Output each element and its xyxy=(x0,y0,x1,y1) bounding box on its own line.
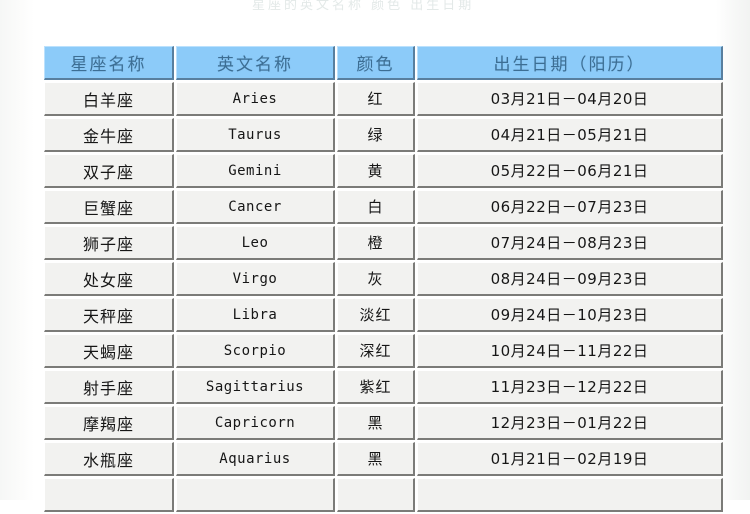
table-row-clipped xyxy=(44,478,723,512)
column-header-zodiac-name: 星座名称 xyxy=(44,46,174,80)
cell-english-name: Taurus xyxy=(176,118,335,152)
table-row: 摩羯座 Capricorn 黑 12月23日－01月22日 xyxy=(44,406,723,440)
cell-color: 淡红 xyxy=(337,298,415,332)
cell-color xyxy=(337,478,415,512)
zodiac-table: 星座名称 英文名称 颜色 出生日期（阳历） 白羊座 Aries 红 03月21日… xyxy=(42,44,725,514)
clipped-top-text: 星座的英文名称 颜色 出生日期 xyxy=(252,0,475,12)
cell-color: 紫红 xyxy=(337,370,415,404)
cell-color: 黑 xyxy=(337,406,415,440)
cell-birth-date: 11月23日－12月22日 xyxy=(417,370,723,404)
cell-zodiac-name: 处女座 xyxy=(44,262,174,296)
cell-zodiac-name: 摩羯座 xyxy=(44,406,174,440)
column-header-english-name: 英文名称 xyxy=(176,46,335,80)
cell-birth-date: 12月23日－01月22日 xyxy=(417,406,723,440)
cell-zodiac-name: 双子座 xyxy=(44,154,174,188)
cell-birth-date: 09月24日－10月23日 xyxy=(417,298,723,332)
table-row: 天蝎座 Scorpio 深红 10月24日－11月22日 xyxy=(44,334,723,368)
cell-color: 黑 xyxy=(337,442,415,476)
cell-english-name: Capricorn xyxy=(176,406,335,440)
column-header-color: 颜色 xyxy=(337,46,415,80)
cell-english-name: Sagittarius xyxy=(176,370,335,404)
table-row: 水瓶座 Aquarius 黑 01月21日－02月19日 xyxy=(44,442,723,476)
table-row: 天秤座 Libra 淡红 09月24日－10月23日 xyxy=(44,298,723,332)
cell-zodiac-name: 巨蟹座 xyxy=(44,190,174,224)
table-row: 射手座 Sagittarius 紫红 11月23日－12月22日 xyxy=(44,370,723,404)
cell-zodiac-name: 天秤座 xyxy=(44,298,174,332)
table-row: 巨蟹座 Cancer 白 06月22日－07月23日 xyxy=(44,190,723,224)
cell-english-name: Aries xyxy=(176,82,335,116)
cell-color: 深红 xyxy=(337,334,415,368)
cell-english-name: Aquarius xyxy=(176,442,335,476)
cell-zodiac-name xyxy=(44,478,174,512)
cell-birth-date: 08月24日－09月23日 xyxy=(417,262,723,296)
cell-color: 绿 xyxy=(337,118,415,152)
cell-english-name: Leo xyxy=(176,226,335,260)
cell-zodiac-name: 狮子座 xyxy=(44,226,174,260)
cell-english-name: Cancer xyxy=(176,190,335,224)
cell-zodiac-name: 射手座 xyxy=(44,370,174,404)
table-header: 星座名称 英文名称 颜色 出生日期（阳历） xyxy=(44,46,723,80)
cell-birth-date: 05月22日－06月21日 xyxy=(417,154,723,188)
table-row: 白羊座 Aries 红 03月21日－04月20日 xyxy=(44,82,723,116)
cell-english-name: Virgo xyxy=(176,262,335,296)
column-header-birth-date: 出生日期（阳历） xyxy=(417,46,723,80)
cell-color: 灰 xyxy=(337,262,415,296)
cell-english-name xyxy=(176,478,335,512)
cell-color: 橙 xyxy=(337,226,415,260)
table-row: 处女座 Virgo 灰 08月24日－09月23日 xyxy=(44,262,723,296)
table-header-row: 星座名称 英文名称 颜色 出生日期（阳历） xyxy=(44,46,723,80)
cell-birth-date: 04月21日－05月21日 xyxy=(417,118,723,152)
cell-zodiac-name: 水瓶座 xyxy=(44,442,174,476)
cell-birth-date xyxy=(417,478,723,512)
cell-zodiac-name: 白羊座 xyxy=(44,82,174,116)
cell-english-name: Scorpio xyxy=(176,334,335,368)
cell-english-name: Libra xyxy=(176,298,335,332)
cell-color: 红 xyxy=(337,82,415,116)
table-body: 白羊座 Aries 红 03月21日－04月20日 金牛座 Taurus 绿 0… xyxy=(44,82,723,512)
cell-zodiac-name: 天蝎座 xyxy=(44,334,174,368)
table-row: 狮子座 Leo 橙 07月24日－08月23日 xyxy=(44,226,723,260)
table-row: 双子座 Gemini 黄 05月22日－06月21日 xyxy=(44,154,723,188)
cell-birth-date: 01月21日－02月19日 xyxy=(417,442,723,476)
cell-color: 白 xyxy=(337,190,415,224)
zodiac-table-container: 星座名称 英文名称 颜色 出生日期（阳历） 白羊座 Aries 红 03月21日… xyxy=(42,44,723,514)
cell-color: 黄 xyxy=(337,154,415,188)
cell-birth-date: 10月24日－11月22日 xyxy=(417,334,723,368)
cell-birth-date: 03月21日－04月20日 xyxy=(417,82,723,116)
table-row: 金牛座 Taurus 绿 04月21日－05月21日 xyxy=(44,118,723,152)
cell-birth-date: 07月24日－08月23日 xyxy=(417,226,723,260)
cell-english-name: Gemini xyxy=(176,154,335,188)
cell-birth-date: 06月22日－07月23日 xyxy=(417,190,723,224)
cell-zodiac-name: 金牛座 xyxy=(44,118,174,152)
clipped-top-text-strip: 星座的英文名称 颜色 出生日期 xyxy=(0,0,750,12)
